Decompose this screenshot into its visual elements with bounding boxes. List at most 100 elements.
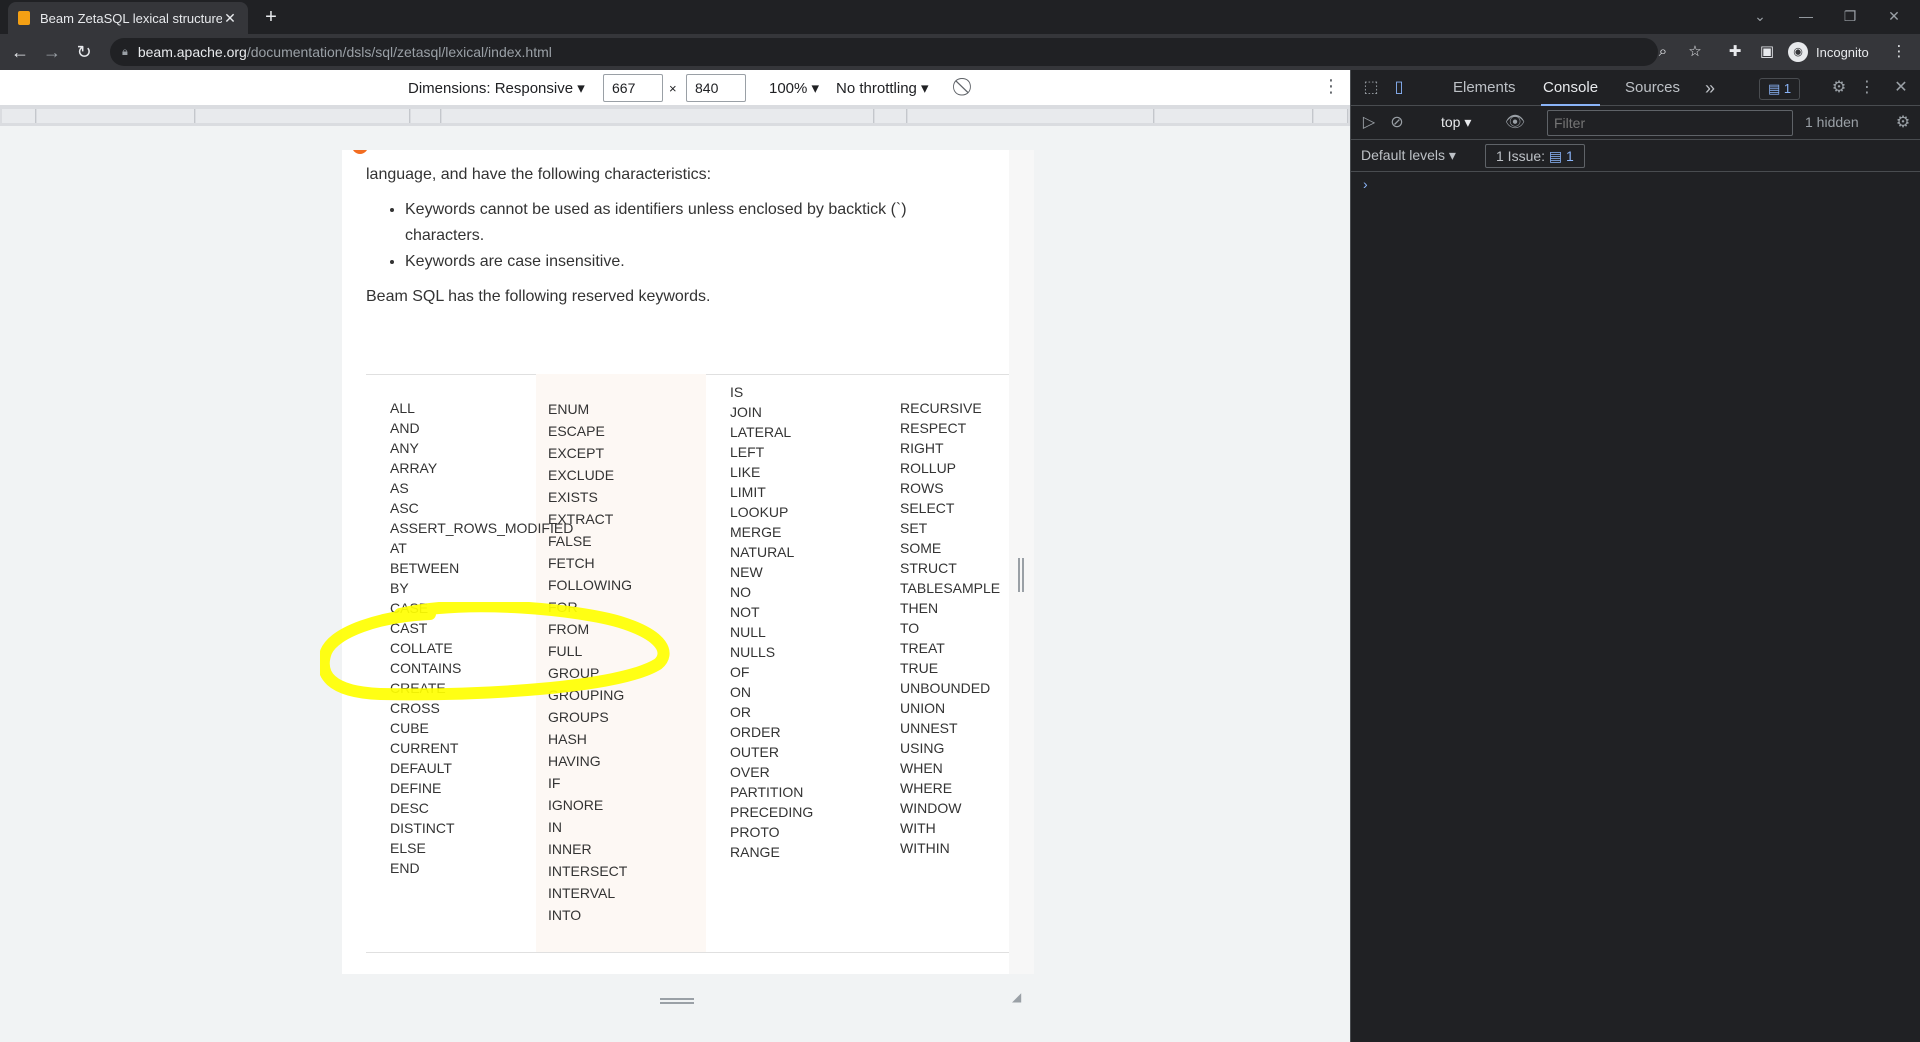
list-item: Keywords cannot be used as identifiers u…	[405, 197, 986, 249]
devtools-close-icon[interactable]: ✕	[1889, 76, 1913, 100]
zoom-icon[interactable]: ⌕	[1652, 40, 1674, 64]
keyword-item: FOR	[548, 599, 578, 615]
keyword-item: IS	[730, 384, 744, 400]
ruler-segment[interactable]	[2, 109, 36, 123]
devtools-menu-icon[interactable]: ⋮	[1855, 76, 1879, 100]
keyword-item: ASC	[390, 500, 419, 516]
bookmark-star-icon[interactable]: ☆	[1684, 40, 1706, 64]
ruler-segment[interactable]	[37, 109, 195, 123]
profile-button[interactable]: ◉ Incognito	[1788, 41, 1869, 63]
keyword-item: LIKE	[730, 464, 761, 480]
keyword-item: SELECT	[900, 500, 955, 516]
ruler-segment[interactable]	[875, 109, 907, 123]
levels-dropdown[interactable]: Default levels ▾	[1361, 147, 1456, 164]
keyword-item: OF	[730, 664, 750, 680]
issue-icon: ▤	[1548, 148, 1563, 164]
reserved-keywords-intro: Beam SQL has the following reserved keyw…	[366, 288, 711, 305]
keyword-item: NO	[730, 584, 751, 600]
extensions-puzzle-icon[interactable]: ✚	[1724, 40, 1746, 64]
live-expression-eye-icon[interactable]: 👁︎	[1503, 111, 1527, 135]
height-resize-handle[interactable]	[660, 998, 694, 1004]
ruler-segment[interactable]	[908, 109, 1154, 123]
ruler-segment[interactable]	[411, 109, 441, 123]
keyword-item: USING	[900, 740, 945, 756]
keyword-item: ASSERT_ROWS_MODIFIED	[390, 520, 574, 536]
keyword-item: EXTRACT	[548, 511, 614, 527]
throttling-dropdown[interactable]: No throttling ▾	[836, 79, 929, 97]
keyword-item: TRUE	[900, 660, 939, 676]
keyword-item: NOT	[730, 604, 760, 620]
keyword-item: ROLLUP	[900, 460, 957, 476]
keyword-item: CURRENT	[390, 740, 459, 756]
console-filter-input[interactable]	[1547, 110, 1793, 136]
tab-search-icon[interactable]: ⌄	[1740, 4, 1780, 28]
keyword-item: EXCEPT	[548, 445, 605, 461]
window-close-icon[interactable]: ✕	[1874, 4, 1914, 28]
device-toggle-icon[interactable]: ▯	[1387, 76, 1411, 100]
reload-icon[interactable]: ↻	[72, 40, 96, 64]
tab-console[interactable]: Console	[1541, 70, 1601, 106]
side-panel-icon[interactable]: ▣	[1756, 40, 1778, 64]
messages-badge[interactable]: ▤ 1	[1759, 78, 1801, 100]
keyword-item: FETCH	[548, 555, 595, 571]
settings-gear-icon[interactable]: ⚙	[1827, 76, 1851, 100]
sidebar-toggle-icon[interactable]: ▷	[1357, 111, 1381, 135]
keyword-item: NEW	[730, 564, 763, 580]
console-prompt-icon[interactable]: ›	[1363, 176, 1368, 192]
keyword-item: BY	[390, 580, 409, 596]
article-content: language, and have the following charact…	[366, 162, 986, 310]
keyword-item: UNNEST	[900, 720, 958, 736]
forward-arrow-icon[interactable]: →	[40, 40, 64, 64]
browser-menu-icon[interactable]: ⋮	[1888, 40, 1910, 64]
width-input[interactable]	[603, 74, 663, 102]
address-bar[interactable]: 🔒︎ beam.apache.org /documentation/dsls/s…	[110, 38, 1658, 66]
new-tab-button[interactable]: +	[260, 6, 282, 28]
height-input[interactable]	[686, 74, 746, 102]
tab-sources[interactable]: Sources	[1623, 70, 1682, 106]
keyword-item: HAVING	[548, 753, 601, 769]
issues-button[interactable]: 1 Issue: ▤ 1	[1485, 144, 1585, 168]
ruler-segment[interactable]	[1155, 109, 1313, 123]
more-tabs-icon[interactable]: »	[1703, 70, 1717, 106]
keyword-item: WITH	[900, 820, 936, 836]
ruler-segment[interactable]	[1314, 109, 1348, 123]
url-path: /documentation/dsls/sql/zetasql/lexical/…	[246, 44, 552, 60]
ruler-segment[interactable]	[196, 109, 410, 123]
back-arrow-icon[interactable]: ←	[8, 40, 32, 64]
keyword-item: TREAT	[900, 640, 945, 656]
ruler-segment[interactable]	[442, 109, 874, 123]
minimize-icon[interactable]: —	[1786, 4, 1826, 28]
device-toolbar-menu-icon[interactable]: ⋮	[1322, 76, 1340, 97]
corner-resize-icon[interactable]: ◢	[1012, 990, 1026, 1004]
levels-label: Default levels	[1361, 147, 1446, 163]
hidden-count: 1 hidden	[1805, 114, 1859, 130]
tab-title: Beam ZetaSQL lexical structure	[40, 10, 222, 26]
console-levels-row: Default levels ▾ 1 Issue: ▤ 1	[1351, 140, 1920, 172]
console-settings-gear-icon[interactable]: ⚙	[1891, 111, 1915, 135]
context-selector[interactable]: top ▾	[1441, 114, 1471, 131]
keyword-item: LATERAL	[730, 424, 792, 440]
dimensions-dropdown[interactable]: Dimensions: Responsive ▾	[408, 79, 585, 97]
tab-elements[interactable]: Elements	[1451, 70, 1518, 106]
inspect-element-icon[interactable]: ⬚	[1359, 76, 1383, 100]
keyword-item: INNER	[548, 841, 592, 857]
keyword-item: WHEN	[900, 760, 943, 776]
context-label: top	[1441, 114, 1461, 130]
keyword-item: IGNORE	[548, 797, 604, 813]
keyword-item: DEFAULT	[390, 760, 452, 776]
zoom-dropdown[interactable]: 100% ▾	[769, 79, 819, 97]
keyword-item: ANY	[390, 440, 419, 456]
keyword-item: ARRAY	[390, 460, 438, 476]
keyword-item: EXISTS	[548, 489, 598, 505]
keyword-item: ELSE	[390, 840, 426, 856]
browser-tab[interactable]: Beam ZetaSQL lexical structure ✕	[8, 2, 248, 34]
clear-console-icon[interactable]: ⊘	[1385, 111, 1409, 135]
keyword-item: CUBE	[390, 720, 429, 736]
media-query-ruler[interactable]	[0, 106, 1350, 126]
keyword-item: FROM	[548, 621, 590, 637]
keyword-item: THEN	[900, 600, 939, 616]
width-resize-handle[interactable]	[1018, 558, 1024, 592]
restore-icon[interactable]: ❐	[1830, 4, 1870, 28]
tab-close-icon[interactable]: ✕	[222, 10, 238, 27]
keyword-item: CREATE	[390, 680, 446, 696]
